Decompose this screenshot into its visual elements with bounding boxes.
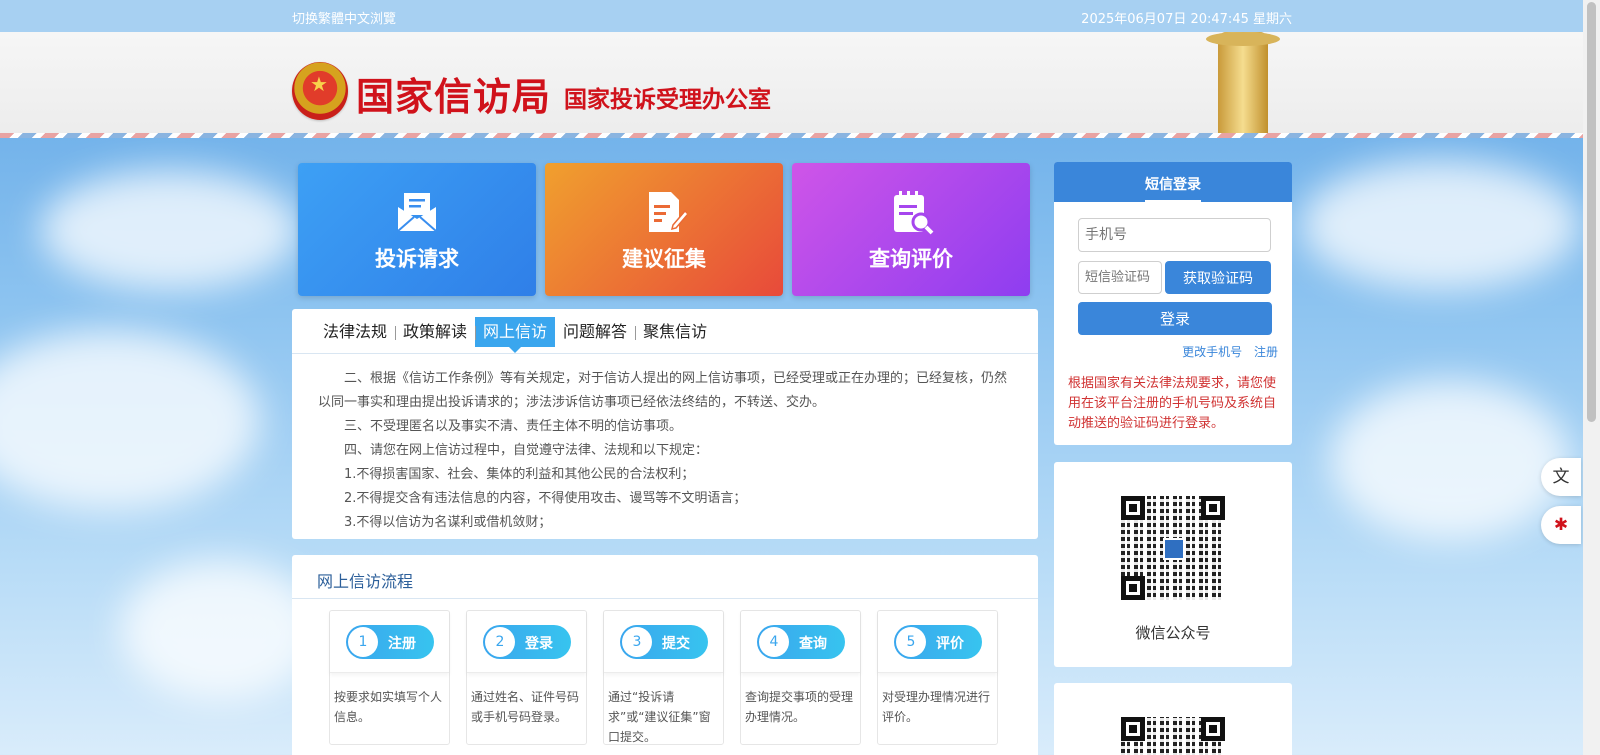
cloud-decoration: [120, 560, 320, 700]
step-description: 按要求如实填写个人信息。: [334, 690, 443, 724]
step-number: 3: [622, 627, 652, 657]
datetime-display: 2025年06月07日 20:47:45 星期六: [1081, 12, 1292, 27]
cloud-decoration: [40, 170, 300, 290]
login-notice: 根据国家有关法律法规要求，请您使用在该平台注册的手机号码及系统自动推送的验证码进…: [1068, 376, 1277, 431]
step-description: 通过“投诉请求”或“建议征集”窗口提交。: [608, 690, 711, 744]
tab-faq[interactable]: 问题解答: [555, 317, 635, 347]
get-code-button[interactable]: 获取验证码: [1165, 261, 1271, 294]
content-paragraph: 1.不得损害国家、社会、集体的利益和其他公民的合法权利；: [344, 467, 695, 482]
clipboard-search-icon: [888, 189, 934, 239]
top-bar: 切换繁體中文浏覽 2025年06月07日 20:47:45 星期六: [0, 0, 1583, 32]
complaint-request-card[interactable]: 投诉请求: [298, 163, 536, 296]
process-step-evaluate: 5 评价 对受理办理情况进行评价。: [877, 610, 998, 745]
content-paragraph: 四、请您在网上信访过程中，自觉遵守法律、法规和以下规定：: [344, 443, 709, 458]
query-evaluation-card[interactable]: 查询评价: [792, 163, 1030, 296]
wechat-qr-panel: 微信公众号: [1054, 462, 1292, 667]
wechat-qr-code: [1121, 496, 1225, 600]
info-tabs: 法律法规 政策解读 网上信访 问题解答 聚焦信访: [315, 317, 715, 353]
site-title: 国家信访局: [356, 75, 552, 119]
step-number: 1: [348, 627, 378, 657]
sms-login-panel: 短信登录 获取验证码 登录 更改手机号 注册 根据国家有关法律法规要求，请您使用…: [1054, 162, 1292, 445]
cloud-decoration: [0, 330, 260, 510]
petition-process-panel: 网上信访流程 1 注册 按要求如实填写个人信息。 2 登录 通过姓名、证件号码或手机…: [292, 555, 1038, 755]
step-description: 对受理办理情况进行评价。: [882, 690, 991, 724]
step-number: 4: [759, 627, 789, 657]
suggestion-collection-card[interactable]: 建议征集: [545, 163, 783, 296]
info-tabs-panel: 法律法规 政策解读 网上信访 问题解答 聚焦信访 二、根据《信访工作条例》等有关规定，对…: [292, 309, 1038, 539]
tab-focus[interactable]: 聚焦信访: [635, 317, 715, 347]
traditional-chinese-switch-link[interactable]: 切换繁體中文浏覽: [292, 8, 396, 27]
page-scrollbar[interactable]: [1583, 0, 1600, 755]
card-label: 查询评价: [869, 247, 953, 271]
card-label: 投诉请求: [375, 247, 459, 271]
card-label: 建议征集: [622, 247, 706, 271]
process-title: 网上信访流程: [317, 572, 414, 591]
divider: [292, 598, 1038, 599]
translate-icon[interactable]: 文: [1541, 458, 1581, 496]
process-step-submit: 3 提交 通过“投诉请求”或“建议征集”窗口提交。: [603, 610, 724, 745]
step-number: 5: [896, 627, 926, 657]
site-header: ★ 国家信访局 国家投诉受理办公室: [0, 32, 1583, 138]
step-label: 注册: [388, 636, 416, 652]
step-label: 评价: [936, 636, 964, 652]
login-button[interactable]: 登录: [1078, 302, 1272, 335]
step-label: 查询: [799, 636, 827, 652]
content-paragraph: 三、不受理匿名以及事实不清、责任主体不明的信访事项。: [344, 419, 683, 434]
step-number: 2: [485, 627, 515, 657]
tab-sms-login[interactable]: 短信登录: [1145, 174, 1201, 202]
register-link[interactable]: 注册: [1254, 345, 1278, 359]
change-phone-link[interactable]: 更改手机号: [1182, 345, 1242, 359]
step-label: 提交: [662, 636, 690, 652]
airmail-stripe: [0, 133, 1583, 138]
tab-laws[interactable]: 法律法规: [315, 317, 395, 347]
content-paragraph: 二、根据《信访工作条例》等有关规定，对于信访人提出的网上信访事项，已经受理或正在…: [318, 371, 1008, 410]
network-graph-icon[interactable]: ✱: [1541, 506, 1581, 544]
tab-online-petition[interactable]: 网上信访: [475, 317, 556, 353]
divider: [292, 353, 1038, 354]
content-paragraph: 2.不得提交含有违法信息的内容，不得使用攻击、谩骂等不文明语言；: [344, 491, 747, 506]
process-step-login: 2 登录 通过姓名、证件号码或手机号码登录。: [466, 610, 587, 745]
qr-caption: 微信公众号: [1135, 624, 1211, 642]
content-paragraph: 3.不得以信访为名谋利或借机敛财；: [344, 515, 552, 530]
second-qr-panel: [1054, 683, 1292, 755]
national-emblem-logo: ★: [292, 62, 348, 120]
step-label: 登录: [525, 636, 553, 652]
cloud-decoration: [1300, 160, 1580, 290]
sms-code-input[interactable]: [1078, 261, 1162, 294]
site-subtitle: 国家投诉受理办公室: [564, 87, 771, 113]
process-step-register: 1 注册 按要求如实填写个人信息。: [329, 610, 450, 745]
step-description: 查询提交事项的受理办理情况。: [745, 690, 854, 724]
step-description: 通过姓名、证件号码或手机号码登录。: [471, 690, 580, 724]
scrollbar-thumb[interactable]: [1587, 2, 1596, 422]
cloud-decoration: [1330, 380, 1570, 540]
process-step-query: 4 查询 查询提交事项的受理办理情况。: [740, 610, 861, 745]
phone-input[interactable]: [1078, 218, 1271, 252]
envelope-icon: [394, 189, 440, 239]
document-edit-icon: [641, 189, 690, 239]
second-qr-code: [1121, 717, 1225, 755]
tab-policy[interactable]: 政策解读: [395, 317, 475, 347]
tab-content: 二、根据《信访工作条例》等有关规定，对于信访人提出的网上信访事项，已经受理或正在…: [318, 367, 1018, 535]
huabiao-pillar-decoration: [1206, 32, 1280, 137]
